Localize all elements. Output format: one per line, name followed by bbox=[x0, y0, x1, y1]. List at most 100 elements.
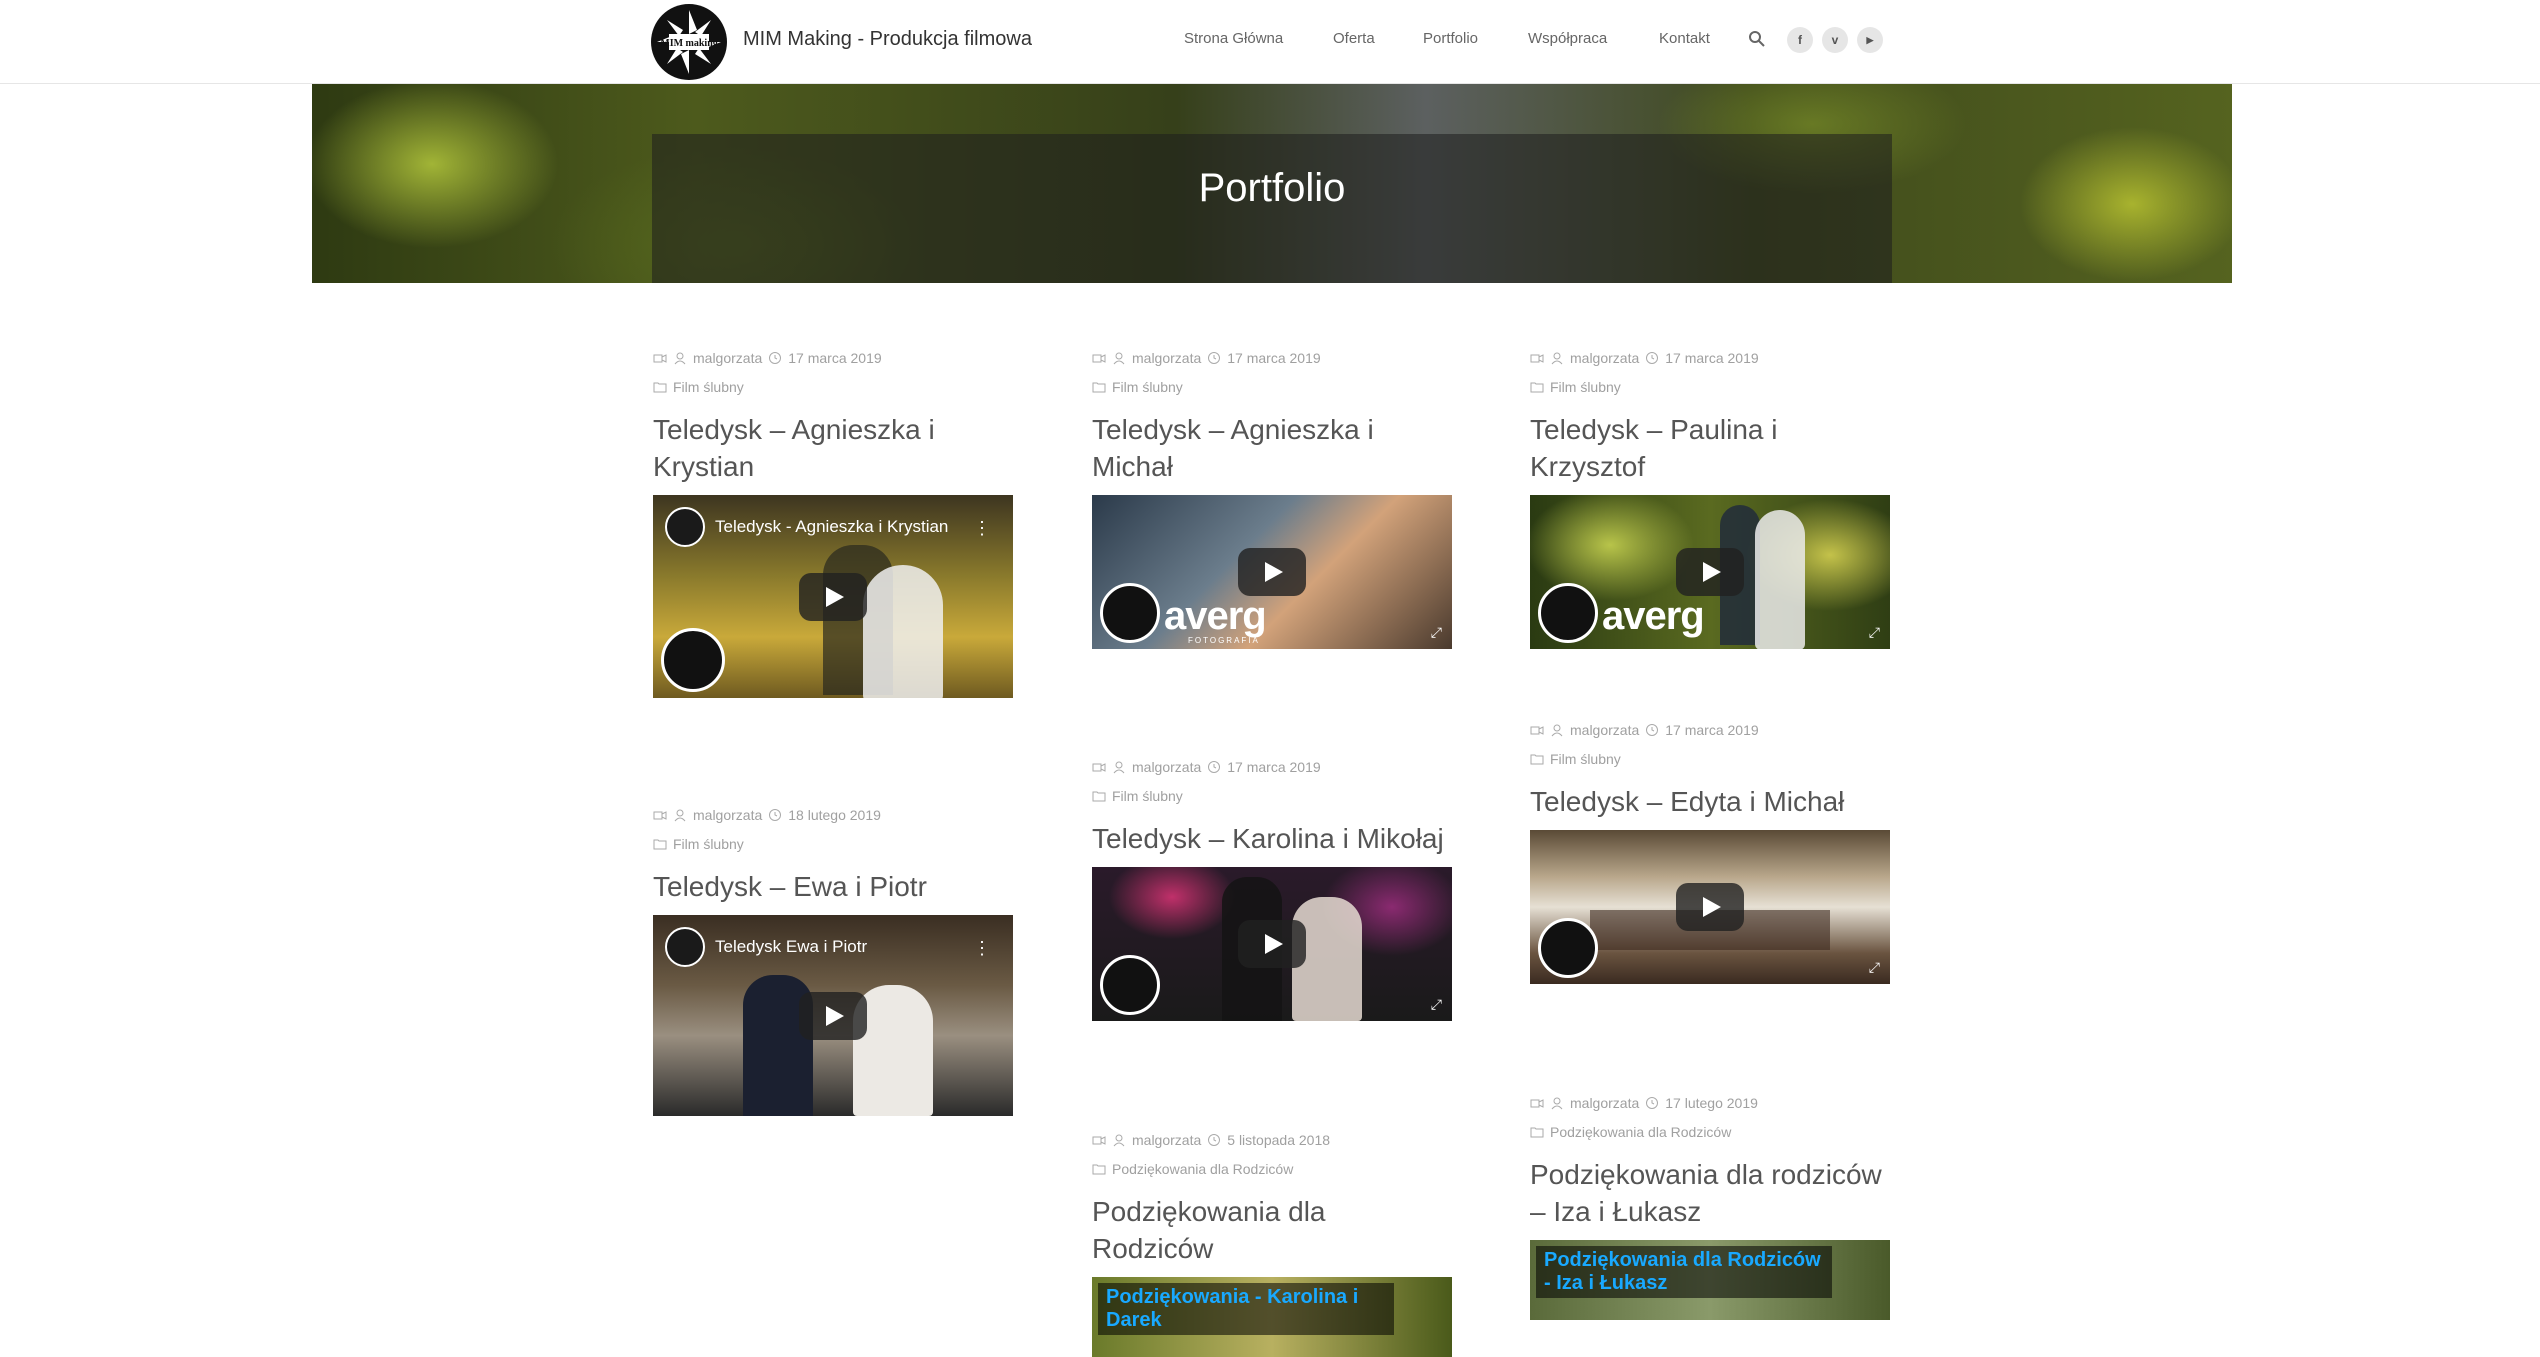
video-embed[interactable]: Teledysk Ewa i Piotr ⋮ bbox=[653, 915, 1013, 1116]
post-date[interactable]: 5 listopada 2018 bbox=[1227, 1132, 1330, 1148]
user-icon bbox=[1550, 723, 1564, 737]
watermark-logo bbox=[1538, 583, 1598, 643]
post-title[interactable]: Teledysk – Agnieszka i Michał bbox=[1092, 411, 1452, 485]
folder-icon bbox=[1530, 1125, 1544, 1139]
post-author[interactable]: malgorzata bbox=[1132, 350, 1201, 366]
bride-figure bbox=[1755, 510, 1805, 649]
video-embed[interactable]: averg ⤢ bbox=[1530, 495, 1890, 649]
video-embed[interactable]: ⤢ bbox=[1092, 867, 1452, 1021]
facebook-icon[interactable]: f bbox=[1787, 27, 1813, 53]
post-date[interactable]: 18 lutego 2019 bbox=[788, 807, 881, 823]
user-icon bbox=[1550, 1096, 1564, 1110]
watermark-logo bbox=[1538, 918, 1598, 978]
expand-icon[interactable]: ⤢ bbox=[1431, 624, 1442, 641]
post-card: malgorzata 5 listopada 2018 Podziękowani… bbox=[1092, 1130, 1452, 1357]
nav-item-kontakt[interactable]: Kontakt bbox=[1659, 30, 1710, 47]
post-category-row: Film ślubny bbox=[1530, 377, 1890, 397]
video-camera-icon bbox=[1092, 760, 1106, 774]
post-author[interactable]: malgorzata bbox=[693, 350, 762, 366]
video-embed[interactable]: Teledysk - Agnieszka i Krystian ⋮ bbox=[653, 495, 1013, 698]
post-title[interactable]: Podziękowania dla rodziców – Iza i Łukas… bbox=[1530, 1156, 1890, 1230]
user-icon bbox=[673, 808, 687, 822]
video-embed[interactable]: averg FOTOGRAFIA ⤢ bbox=[1092, 495, 1452, 649]
channel-logo[interactable] bbox=[665, 507, 705, 547]
video-title[interactable]: Teledysk Ewa i Piotr bbox=[715, 937, 867, 957]
video-embed[interactable]: ⤢ bbox=[1530, 830, 1890, 984]
post-title[interactable]: Teledysk – Ewa i Piotr bbox=[653, 868, 1013, 905]
post-title[interactable]: Podziękowania dla Rodziców bbox=[1092, 1193, 1452, 1267]
post-category[interactable]: Film ślubny bbox=[1550, 379, 1621, 395]
folder-icon bbox=[1530, 380, 1544, 394]
nav-item-strona-glowna[interactable]: Strona Główna bbox=[1184, 30, 1283, 47]
post-category[interactable]: Film ślubny bbox=[1550, 751, 1621, 767]
video-title[interactable]: Podziękowania - Karolina i Darek bbox=[1098, 1283, 1394, 1335]
post-author[interactable]: malgorzata bbox=[1570, 722, 1639, 738]
post-author[interactable]: malgorzata bbox=[1570, 1095, 1639, 1111]
site-title[interactable]: MIM Making - Produkcja filmowa bbox=[743, 28, 1032, 51]
post-date[interactable]: 17 marca 2019 bbox=[1227, 350, 1320, 366]
post-category-row: Podziękowania dla Rodziców bbox=[1092, 1159, 1452, 1179]
banner-overlay: Portfolio bbox=[652, 134, 1892, 283]
post-card: malgorzata 18 lutego 2019 Film ślubny Te… bbox=[653, 805, 1013, 1116]
post-title[interactable]: Teledysk – Agnieszka i Krystian bbox=[653, 411, 1013, 485]
video-title[interactable]: Teledysk - Agnieszka i Krystian bbox=[715, 517, 948, 537]
expand-icon[interactable]: ⤢ bbox=[1869, 959, 1880, 976]
more-options-icon[interactable]: ⋮ bbox=[973, 939, 991, 957]
post-date[interactable]: 17 lutego 2019 bbox=[1665, 1095, 1758, 1111]
folder-icon bbox=[653, 837, 667, 851]
play-button[interactable] bbox=[1676, 548, 1744, 596]
post-author[interactable]: malgorzata bbox=[1132, 1132, 1201, 1148]
video-embed[interactable]: Podziękowania - Karolina i Darek bbox=[1092, 1277, 1452, 1357]
post-category[interactable]: Film ślubny bbox=[1112, 788, 1183, 804]
post-title[interactable]: Teledysk – Paulina i Krzysztof bbox=[1530, 411, 1890, 485]
play-button[interactable] bbox=[1676, 883, 1744, 931]
post-category[interactable]: Film ślubny bbox=[673, 379, 744, 395]
post-meta: malgorzata 17 marca 2019 bbox=[1092, 757, 1452, 777]
post-title[interactable]: Teledysk – Karolina i Mikołaj bbox=[1092, 820, 1452, 857]
post-date[interactable]: 17 marca 2019 bbox=[1665, 350, 1758, 366]
video-camera-icon bbox=[1092, 1133, 1106, 1147]
post-category[interactable]: Film ślubny bbox=[1112, 379, 1183, 395]
post-category[interactable]: Film ślubny bbox=[673, 836, 744, 852]
play-button[interactable] bbox=[1238, 920, 1306, 968]
post-category[interactable]: Podziękowania dla Rodziców bbox=[1112, 1161, 1293, 1177]
post-date[interactable]: 17 marca 2019 bbox=[788, 350, 881, 366]
post-category[interactable]: Podziękowania dla Rodziców bbox=[1550, 1124, 1731, 1140]
youtube-icon[interactable]: ▶ bbox=[1857, 27, 1883, 53]
video-title[interactable]: Podziękowania dla Rodziców - Iza i Łukas… bbox=[1536, 1246, 1832, 1298]
post-category-row: Podziękowania dla Rodziców bbox=[1530, 1122, 1890, 1142]
more-options-icon[interactable]: ⋮ bbox=[973, 519, 991, 537]
vimeo-icon[interactable]: v bbox=[1822, 27, 1848, 53]
watermark-text: averg bbox=[1602, 594, 1705, 638]
post-author[interactable]: malgorzata bbox=[693, 807, 762, 823]
site-logo[interactable]: MIM making bbox=[651, 4, 727, 80]
post-title[interactable]: Teledysk – Edyta i Michał bbox=[1530, 783, 1890, 820]
play-button[interactable] bbox=[1238, 548, 1306, 596]
expand-icon[interactable]: ⤢ bbox=[1869, 624, 1880, 641]
post-author[interactable]: malgorzata bbox=[1570, 350, 1639, 366]
search-icon[interactable] bbox=[1747, 29, 1767, 49]
user-icon bbox=[1112, 1133, 1126, 1147]
play-button[interactable] bbox=[799, 991, 867, 1040]
post-meta: malgorzata 5 listopada 2018 bbox=[1092, 1130, 1452, 1150]
post-date[interactable]: 17 marca 2019 bbox=[1227, 759, 1320, 775]
watermark-logo bbox=[1100, 583, 1160, 643]
site-header: MIM making MIM Making - Produkcja filmow… bbox=[0, 0, 2540, 84]
post-card: malgorzata 17 marca 2019 Film ślubny Tel… bbox=[1092, 757, 1452, 1021]
post-author[interactable]: malgorzata bbox=[1132, 759, 1201, 775]
video-camera-icon bbox=[1530, 1096, 1544, 1110]
post-meta: malgorzata 18 lutego 2019 bbox=[653, 805, 1013, 825]
nav-item-oferta[interactable]: Oferta bbox=[1333, 30, 1375, 47]
video-embed[interactable]: Podziękowania dla Rodziców - Iza i Łukas… bbox=[1530, 1240, 1890, 1320]
channel-logo[interactable] bbox=[665, 927, 705, 967]
play-button[interactable] bbox=[799, 572, 867, 621]
post-date[interactable]: 17 marca 2019 bbox=[1665, 722, 1758, 738]
nav-item-wspolpraca[interactable]: Współpraca bbox=[1528, 30, 1607, 47]
post-category-row: Film ślubny bbox=[653, 377, 1013, 397]
expand-icon[interactable]: ⤢ bbox=[1431, 996, 1442, 1013]
nav-item-portfolio[interactable]: Portfolio bbox=[1423, 30, 1478, 47]
post-category-row: Film ślubny bbox=[1092, 377, 1452, 397]
watermark-logo bbox=[1100, 955, 1160, 1015]
post-card: malgorzata 17 marca 2019 Film ślubny Tel… bbox=[653, 348, 1013, 698]
watermark-logo bbox=[661, 628, 725, 692]
